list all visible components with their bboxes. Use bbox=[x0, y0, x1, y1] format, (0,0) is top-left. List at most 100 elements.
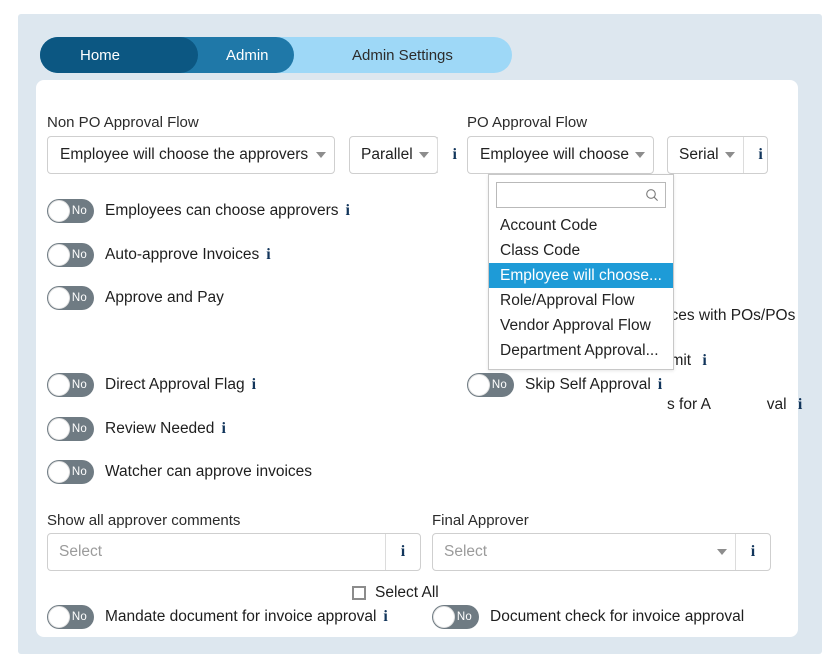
toggle-auto-approve-invoices[interactable]: No bbox=[47, 243, 94, 267]
dropdown-option-role-approval-flow[interactable]: Role/Approval Flow bbox=[489, 288, 673, 313]
approver-comments-input[interactable]: Select bbox=[48, 534, 385, 570]
toggle-knob bbox=[48, 200, 70, 222]
chevron-down-icon bbox=[635, 152, 645, 158]
toggle-state-label: No bbox=[72, 423, 87, 435]
info-icon: i bbox=[401, 544, 405, 560]
final-approver-label: Final Approver bbox=[432, 512, 529, 529]
po-section-label: PO Approval Flow bbox=[467, 114, 587, 131]
toggle-direct-approval-flag[interactable]: No bbox=[47, 373, 94, 397]
info-icon: i bbox=[702, 353, 706, 369]
toggle-state-label: No bbox=[457, 611, 472, 623]
toggle-label: Employees can choose approvers bbox=[105, 202, 339, 220]
toggle-row-auto-approve-invoices[interactable]: No Auto-approve Invoices i bbox=[47, 243, 271, 267]
breadcrumb: Admin Settings Admin Home bbox=[40, 37, 512, 73]
toggle-state-label: No bbox=[72, 205, 87, 217]
chevron-down-icon bbox=[316, 152, 326, 158]
tab-home[interactable]: Home bbox=[40, 37, 198, 73]
toggle-row-direct-approval-flag[interactable]: No Direct Approval Flag i bbox=[47, 373, 256, 397]
po-mode-value: Serial bbox=[679, 146, 719, 164]
toggle-state-label: No bbox=[72, 611, 87, 623]
toggle-knob bbox=[48, 418, 70, 440]
dropdown-option-employee-will-choose[interactable]: Employee will choose... bbox=[489, 263, 673, 288]
info-icon: i bbox=[221, 421, 225, 437]
approver-comments-info-button[interactable]: i bbox=[385, 534, 420, 570]
tab-admin-settings-label: Admin Settings bbox=[352, 47, 453, 64]
toggle-state-label: No bbox=[72, 379, 87, 391]
toggle-label: Document check for invoice approval bbox=[490, 608, 744, 626]
toggle-knob bbox=[48, 287, 70, 309]
dropdown-option-account-code[interactable]: Account Code bbox=[489, 213, 673, 238]
non-po-mode-group: Parallel i bbox=[349, 136, 438, 174]
toggle-watcher-can-approve-invoices[interactable]: No bbox=[47, 460, 94, 484]
toggle-skip-self-approval[interactable]: No bbox=[467, 373, 514, 397]
toggle-label: Direct Approval Flag bbox=[105, 376, 245, 394]
final-approver-info-button[interactable]: i bbox=[735, 534, 770, 570]
tab-home-label: Home bbox=[80, 47, 120, 64]
toggle-label: Approve and Pay bbox=[105, 289, 224, 307]
approver-comments-placeholder: Select bbox=[59, 543, 377, 561]
select-all-checkbox[interactable] bbox=[352, 586, 366, 600]
toggle-label: Watcher can approve invoices bbox=[105, 463, 312, 481]
toggle-state-label: No bbox=[72, 292, 87, 304]
search-icon bbox=[645, 188, 659, 202]
info-icon: i bbox=[798, 397, 802, 413]
toggle-row-review-needed[interactable]: No Review Needed i bbox=[47, 417, 226, 441]
toggle-label: Auto-approve Invoices bbox=[105, 246, 259, 264]
toggle-state-label: No bbox=[72, 466, 87, 478]
toggle-knob bbox=[48, 374, 70, 396]
toggle-label: Review Needed bbox=[105, 420, 214, 438]
dropdown-option-department-approval[interactable]: Department Approval... bbox=[489, 338, 673, 363]
settings-page: Admin Settings Admin Home Non PO Approva… bbox=[18, 14, 822, 654]
tab-admin-label: Admin bbox=[226, 47, 269, 64]
toggle-row-employees-choose-approvers[interactable]: No Employees can choose approvers i bbox=[47, 199, 350, 223]
toggle-row-document-check[interactable]: No Document check for invoice approval bbox=[432, 605, 744, 629]
toggle-label: Mandate document for invoice approval bbox=[105, 608, 376, 626]
info-icon: i bbox=[383, 609, 387, 625]
obscured-label-text: s for A bbox=[667, 396, 710, 413]
chevron-down-icon bbox=[717, 549, 727, 555]
toggle-employees-choose-approvers[interactable]: No bbox=[47, 199, 94, 223]
info-icon: i bbox=[266, 247, 270, 263]
chevron-down-icon bbox=[725, 152, 735, 158]
obscured-label-text-2: val bbox=[767, 396, 787, 413]
non-po-flow-value: Employee will choose the approvers bbox=[60, 146, 310, 164]
select-all-row[interactable]: Select All bbox=[352, 584, 439, 602]
non-po-mode-value: Parallel bbox=[361, 146, 413, 164]
dropdown-option-vendor-approval-flow[interactable]: Vendor Approval Flow bbox=[489, 313, 673, 338]
po-info-button[interactable]: i bbox=[743, 137, 778, 173]
non-po-mode-select[interactable]: Parallel bbox=[350, 137, 437, 173]
chevron-down-icon bbox=[419, 152, 429, 158]
final-approver-placeholder: Select bbox=[444, 543, 711, 561]
info-icon: i bbox=[658, 377, 662, 393]
toggle-row-skip-self-approval[interactable]: No Skip Self Approval i bbox=[467, 373, 662, 397]
toggle-knob bbox=[468, 374, 490, 396]
dropdown-search-input[interactable] bbox=[496, 182, 666, 208]
po-flow-select[interactable]: Employee will choose... bbox=[467, 136, 654, 174]
approver-comments-group: Select i bbox=[47, 533, 421, 571]
toggle-row-mandate-document[interactable]: No Mandate document for invoice approval… bbox=[47, 605, 388, 629]
dropdown-option-list: Account Code Class Code Employee will ch… bbox=[489, 213, 673, 369]
settings-card: Non PO Approval Flow Employee will choos… bbox=[36, 80, 798, 637]
non-po-section-label: Non PO Approval Flow bbox=[47, 114, 199, 131]
po-mode-group: Serial i bbox=[667, 136, 768, 174]
po-flow-dropdown: Account Code Class Code Employee will ch… bbox=[488, 174, 674, 370]
toggle-label: Skip Self Approval bbox=[525, 376, 651, 394]
obscured-label-text: ices with POs/POs bbox=[667, 307, 795, 324]
toggle-row-approve-and-pay[interactable]: No Approve and Pay bbox=[47, 286, 224, 310]
toggle-knob bbox=[433, 606, 455, 628]
po-mode-select[interactable]: Serial bbox=[668, 137, 743, 173]
info-icon: i bbox=[751, 544, 755, 560]
toggle-review-needed[interactable]: No bbox=[47, 417, 94, 441]
toggle-mandate-document[interactable]: No bbox=[47, 605, 94, 629]
final-approver-select[interactable]: Select bbox=[433, 534, 735, 570]
dropdown-option-class-code[interactable]: Class Code bbox=[489, 238, 673, 263]
info-icon: i bbox=[758, 147, 762, 163]
final-approver-group: Select i bbox=[432, 533, 771, 571]
toggle-document-check[interactable]: No bbox=[432, 605, 479, 629]
obscured-label-approval: s for A val i bbox=[667, 396, 802, 414]
toggle-row-watcher-can-approve-invoices[interactable]: No Watcher can approve invoices bbox=[47, 460, 312, 484]
toggle-knob bbox=[48, 461, 70, 483]
toggle-approve-and-pay[interactable]: No bbox=[47, 286, 94, 310]
po-flow-value: Employee will choose... bbox=[480, 146, 629, 164]
non-po-flow-select[interactable]: Employee will choose the approvers bbox=[47, 136, 335, 174]
